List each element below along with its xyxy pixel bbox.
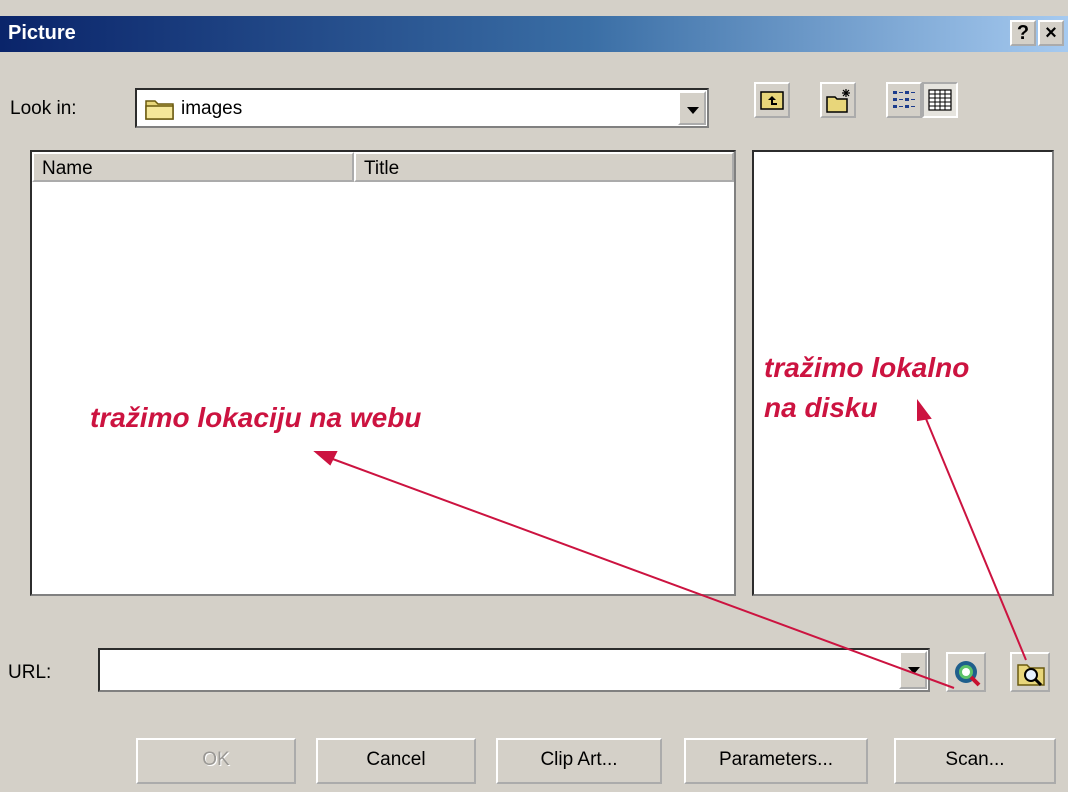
column-header-name[interactable]: Name bbox=[32, 152, 354, 182]
window-title: Picture bbox=[8, 22, 76, 44]
list-view-icon bbox=[892, 88, 916, 117]
cancel-button[interactable]: Cancel bbox=[316, 738, 476, 784]
parameters-button[interactable]: Parameters... bbox=[684, 738, 868, 784]
create-new-folder-button[interactable] bbox=[820, 82, 856, 118]
look-in-dropdown-button[interactable] bbox=[678, 91, 706, 125]
scan-button[interactable]: Scan... bbox=[894, 738, 1056, 784]
ok-button[interactable]: OK bbox=[136, 738, 296, 784]
up-folder-icon bbox=[760, 88, 784, 117]
annotation-local-line1: tražimo lokalno bbox=[764, 352, 970, 383]
details-view-icon bbox=[928, 88, 952, 117]
new-folder-icon bbox=[826, 88, 852, 119]
url-label: URL: bbox=[8, 662, 52, 683]
url-input[interactable] bbox=[98, 648, 930, 692]
up-one-level-button[interactable] bbox=[754, 82, 790, 118]
column-header-title[interactable]: Title bbox=[354, 152, 734, 182]
web-search-button[interactable] bbox=[946, 652, 986, 692]
close-button[interactable]: × bbox=[1038, 20, 1064, 46]
help-button[interactable]: ? bbox=[1010, 20, 1036, 46]
look-in-label: Look in: bbox=[10, 98, 77, 119]
annotation-web: tražimo lokaciju na webu bbox=[90, 402, 422, 433]
picture-dialog: Picture ? × Look in: images Name Title U… bbox=[0, 0, 1068, 792]
look-in-select[interactable]: images bbox=[135, 88, 709, 128]
title-bar: Picture ? × bbox=[0, 16, 1068, 52]
look-in-value: images bbox=[181, 98, 243, 119]
clip-art-button[interactable]: Clip Art... bbox=[496, 738, 662, 784]
url-dropdown-button[interactable] bbox=[899, 651, 927, 689]
folder-icon bbox=[145, 96, 175, 125]
web-search-icon bbox=[953, 659, 981, 692]
annotation-local-line2: na disku bbox=[764, 392, 878, 423]
list-view-button[interactable] bbox=[886, 82, 922, 118]
file-list[interactable]: Name Title bbox=[30, 150, 736, 596]
details-view-button[interactable] bbox=[922, 82, 958, 118]
browse-local-button[interactable] bbox=[1010, 652, 1050, 692]
browse-local-icon bbox=[1017, 659, 1045, 692]
